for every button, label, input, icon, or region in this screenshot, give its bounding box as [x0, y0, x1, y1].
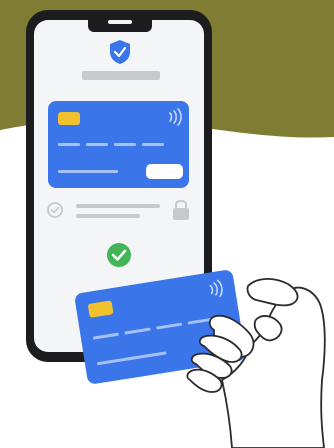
screen-card	[48, 101, 189, 188]
phone-speaker	[108, 20, 132, 24]
check-circle-icon	[107, 243, 131, 267]
screen-card-chip	[58, 112, 80, 125]
header-placeholder-bar	[82, 71, 160, 80]
screen-card-button	[146, 164, 183, 179]
option-line-short	[76, 214, 140, 218]
option-line-long	[76, 204, 160, 208]
screen-card-name-line	[58, 170, 118, 173]
illustration-canvas	[0, 0, 334, 448]
payment-illustration	[0, 0, 334, 448]
